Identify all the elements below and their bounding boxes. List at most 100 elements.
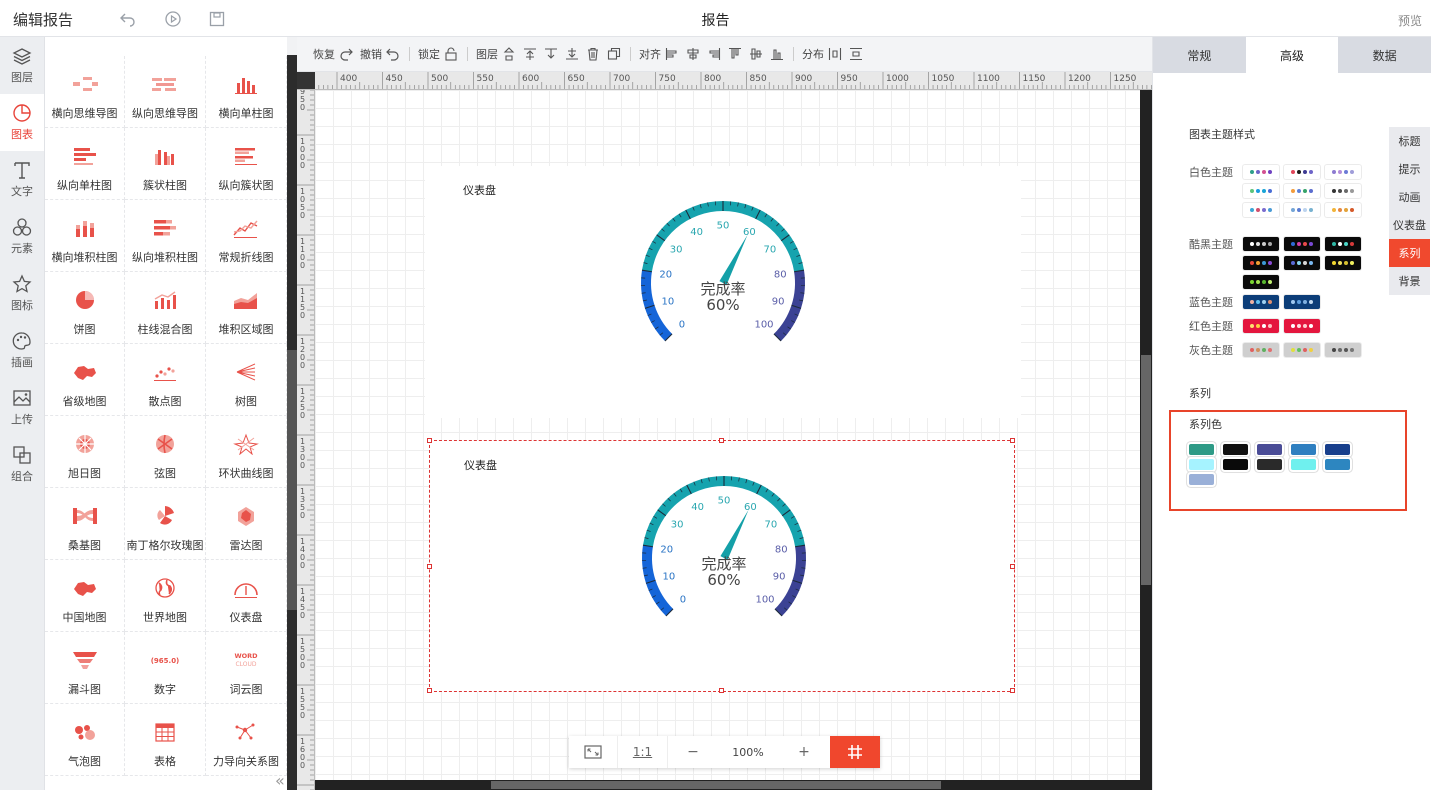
tool-undo[interactable]: 撤销 — [360, 46, 400, 62]
theme-swatch[interactable] — [1284, 184, 1320, 198]
scrollbar-thumb[interactable] — [1141, 355, 1151, 585]
theme-swatch[interactable] — [1243, 237, 1279, 251]
theme-swatch[interactable] — [1243, 295, 1279, 309]
tool-lock[interactable]: 锁定 — [418, 46, 458, 62]
tool-layer-bottom[interactable] — [565, 47, 579, 61]
subtab-0[interactable]: 标题 — [1389, 127, 1430, 155]
theme-swatch[interactable] — [1325, 343, 1361, 357]
nav-item-upload[interactable]: 上传 — [0, 379, 44, 436]
resize-handle[interactable] — [719, 438, 724, 443]
theme-swatch[interactable] — [1243, 319, 1279, 333]
grid-toggle-icon[interactable] — [830, 736, 880, 768]
chart-type-chord[interactable]: 弦图 — [125, 416, 206, 488]
tool-align-bottom[interactable] — [770, 47, 784, 61]
chart-type-mix[interactable]: 柱线混合图 — [125, 272, 206, 344]
nav-item-layers[interactable]: 图层 — [0, 37, 44, 94]
theme-swatch[interactable] — [1325, 237, 1361, 251]
fit-screen-icon[interactable] — [569, 736, 618, 768]
chart-type-globe[interactable]: 世界地图 — [125, 560, 206, 632]
gauge-widget[interactable]: 仪表盘 0 10 20 30 40 50 60 70 80 90 100 完成率 60% — [425, 166, 1021, 418]
zoom-out-button[interactable]: − — [668, 736, 718, 768]
tool-redo[interactable]: 恢复 — [313, 46, 353, 62]
theme-swatch[interactable] — [1243, 165, 1279, 179]
chart-type-table[interactable]: 表格 — [125, 704, 206, 776]
chart-type-funnel[interactable]: 漏斗图 — [45, 632, 125, 704]
tool-layer-up[interactable]: 图层 — [476, 46, 516, 62]
tool-align-center[interactable] — [686, 47, 700, 61]
resize-handle[interactable] — [427, 564, 432, 569]
nav-item-elements[interactable]: 元素 — [0, 208, 44, 265]
theme-swatch[interactable] — [1284, 165, 1320, 179]
preview-link[interactable]: 预览 — [1398, 12, 1422, 29]
series-color-swatch[interactable] — [1189, 474, 1214, 485]
theme-swatch[interactable] — [1284, 256, 1320, 270]
chart-type-map[interactable]: 省级地图 — [45, 344, 125, 416]
nav-item-text[interactable]: 文字 — [0, 151, 44, 208]
series-color-swatch[interactable] — [1257, 444, 1282, 455]
chart-type-bar-h[interactable]: 纵向单柱图 — [45, 128, 125, 200]
canvas-vertical-scrollbar[interactable] — [1140, 90, 1152, 790]
theme-swatch[interactable] — [1243, 256, 1279, 270]
subtab-3[interactable]: 仪表盘 — [1389, 211, 1430, 239]
theme-swatch[interactable] — [1243, 275, 1279, 289]
chart-type-mindmap-h[interactable]: 横向思维导图 — [45, 56, 125, 128]
subtab-4[interactable]: 系列 — [1389, 239, 1430, 267]
theme-swatch[interactable] — [1325, 184, 1361, 198]
tool-copy[interactable] — [607, 47, 621, 61]
gauge-widget-selected[interactable]: 仪表盘 0 10 20 30 40 50 60 70 80 90 100 完成率 60% — [427, 438, 1015, 693]
chart-type-force[interactable]: 力导向关系图 — [206, 704, 287, 776]
theme-swatch[interactable] — [1284, 203, 1320, 217]
actual-size-button[interactable]: 1:1 — [618, 736, 668, 768]
resize-handle[interactable] — [427, 438, 432, 443]
resize-handle[interactable] — [719, 688, 724, 693]
chart-type-sankey[interactable]: 桑基图 — [45, 488, 125, 560]
tool-align-middle[interactable] — [749, 47, 763, 61]
subtab-2[interactable]: 动画 — [1389, 183, 1430, 211]
tab-2[interactable]: 数据 — [1338, 37, 1431, 73]
subtab-1[interactable]: 提示 — [1389, 155, 1430, 183]
tool-align-top[interactable] — [728, 47, 742, 61]
palette-scrollbar[interactable] — [287, 55, 297, 790]
theme-swatch[interactable] — [1243, 184, 1279, 198]
theme-swatch[interactable] — [1284, 237, 1320, 251]
tool-layer-down[interactable] — [544, 47, 558, 61]
chart-type-ring[interactable]: 环状曲线图 — [206, 416, 287, 488]
nav-item-illust[interactable]: 插画 — [0, 322, 44, 379]
chart-type-map[interactable]: 中国地图 — [45, 560, 125, 632]
chart-type-radar[interactable]: 雷达图 — [206, 488, 287, 560]
chart-type-stack-h[interactable]: 纵向堆积柱图 — [125, 200, 206, 272]
design-canvas[interactable]: 仪表盘 0 10 20 30 40 50 60 70 80 90 100 完成率 60% 仪表盘 0 10… — [315, 90, 1140, 780]
chart-type-gauge[interactable]: 仪表盘 — [206, 560, 287, 632]
resize-handle[interactable] — [1010, 564, 1015, 569]
chart-type-bar-v[interactable]: 横向单柱图 — [206, 56, 287, 128]
tool-dist-h[interactable]: 分布 — [802, 46, 842, 62]
series-color-swatch[interactable] — [1291, 459, 1316, 470]
chart-type-bar-group[interactable]: 簇状柱图 — [125, 128, 206, 200]
tool-align-left[interactable]: 对齐 — [639, 46, 679, 62]
chart-type-line[interactable]: 常规折线图 — [206, 200, 287, 272]
chart-type-area[interactable]: 堆积区域图 — [206, 272, 287, 344]
theme-swatch[interactable] — [1243, 343, 1279, 357]
chart-type-pie[interactable]: 饼图 — [45, 272, 125, 344]
series-color-swatch[interactable] — [1223, 444, 1248, 455]
chart-type-bar-h2[interactable]: 纵向簇状图 — [206, 128, 287, 200]
nav-item-marks[interactable]: 图标 — [0, 265, 44, 322]
chart-type-wordcloud[interactable]: WORD CLOUD 词云图 — [206, 632, 287, 704]
save-icon[interactable] — [208, 10, 226, 28]
subtab-5[interactable]: 背景 — [1389, 267, 1430, 295]
canvas-horizontal-scrollbar[interactable] — [315, 780, 1140, 790]
nav-item-group[interactable]: 组合 — [0, 436, 44, 493]
chart-type-scatter[interactable]: 散点图 — [125, 344, 206, 416]
tool-delete[interactable] — [586, 47, 600, 61]
chart-type-mindmap-v[interactable]: 纵向思维导图 — [125, 56, 206, 128]
chart-type-sunburst[interactable]: 旭日图 — [45, 416, 125, 488]
series-color-swatch[interactable] — [1325, 444, 1350, 455]
play-icon[interactable] — [164, 10, 182, 28]
series-color-swatch[interactable] — [1189, 459, 1214, 470]
series-color-swatch[interactable] — [1291, 444, 1316, 455]
series-color-swatch[interactable] — [1325, 459, 1350, 470]
theme-swatch[interactable] — [1325, 165, 1361, 179]
undo-icon[interactable] — [118, 10, 136, 28]
series-color-swatch[interactable] — [1189, 444, 1214, 455]
series-color-swatch[interactable] — [1257, 459, 1282, 470]
